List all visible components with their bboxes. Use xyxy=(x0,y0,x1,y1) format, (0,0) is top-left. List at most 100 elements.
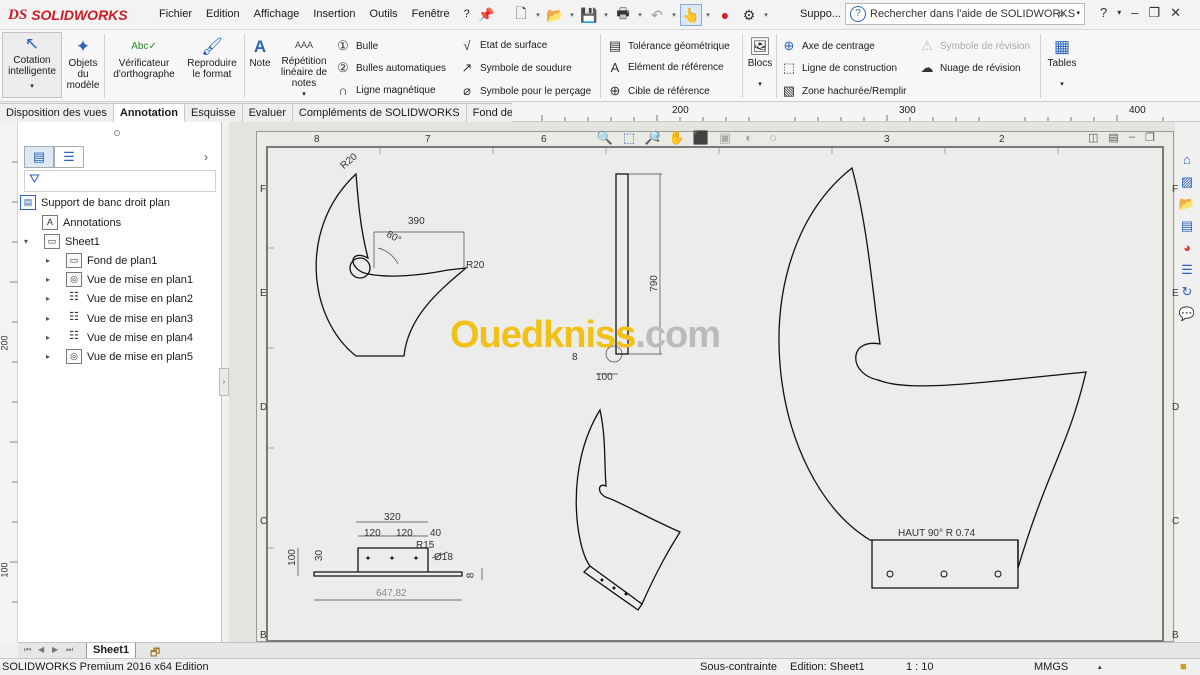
blocks-button[interactable]: 🖼 Blocs ▾ xyxy=(746,36,774,90)
chevron-down-icon[interactable]: ▾ xyxy=(746,79,774,90)
print-icon[interactable]: 🖶 xyxy=(612,4,634,26)
chevron-right-icon[interactable]: ▸ xyxy=(42,352,54,361)
tab-disposition-des-vues[interactable]: Disposition des vues xyxy=(0,103,114,122)
menu-insertion[interactable]: Insertion xyxy=(306,8,362,20)
spell-checker-button[interactable]: Abc✓ Vérificateur d'orthographe xyxy=(108,36,180,80)
menu-fenetre[interactable]: Fenêtre xyxy=(405,8,457,20)
tree-item-annotations[interactable]: A Annotations xyxy=(30,215,121,230)
dim-100-vertical[interactable]: 100 xyxy=(287,549,298,566)
tree-item-vue5[interactable]: ▸ ◎ Vue de mise en plan5 xyxy=(42,349,193,364)
auto-balloon-button[interactable]: ② Bulles automatiques xyxy=(334,60,446,76)
split-vertical-icon[interactable]: ▤ xyxy=(1108,131,1118,144)
dim-r15[interactable]: R15 xyxy=(416,540,434,551)
units-status[interactable]: MMGS xyxy=(1034,661,1068,673)
last-sheet-icon[interactable]: ⏭ xyxy=(66,645,73,655)
tree-item-sheet1[interactable]: ▾ ▭ Sheet1 xyxy=(20,234,100,249)
close-icon[interactable]: ✕ xyxy=(1170,5,1181,21)
split-horizontal-icon[interactable]: ◫ xyxy=(1088,131,1098,144)
save-icon[interactable]: 💾 xyxy=(578,4,600,26)
display-style-icon[interactable]: ◐ xyxy=(740,130,758,146)
tab-evaluer[interactable]: Evaluer xyxy=(242,103,293,122)
help-search-box[interactable]: ? Rechercher dans l'aide de SOLIDWORKS ⌕… xyxy=(845,3,1085,25)
zoom-to-area-icon[interactable]: ⬚ xyxy=(620,130,638,146)
construction-line-button[interactable]: ⬚ Ligne de construction xyxy=(780,60,897,76)
dim-8-b[interactable]: 8 xyxy=(465,573,476,579)
rebuild-status-icon[interactable]: ■ xyxy=(1180,661,1187,673)
balloon-button[interactable]: ① Bulle xyxy=(334,38,378,54)
datum-feature-button[interactable]: A Elément de référence xyxy=(606,60,724,75)
menu-outils[interactable]: Outils xyxy=(363,8,405,20)
options-gear-icon[interactable]: ⚙ xyxy=(738,4,760,26)
file-explorer-icon[interactable]: ▤ xyxy=(1176,218,1198,238)
dim-30[interactable]: 30 xyxy=(314,550,325,561)
undo-icon[interactable]: ↶ xyxy=(646,4,668,26)
tree-item-vue3[interactable]: ▸ ☷ Vue de mise en plan3 xyxy=(42,311,193,326)
sheet1-tab[interactable]: Sheet1 xyxy=(86,643,137,659)
menu-edition[interactable]: Edition xyxy=(199,8,247,20)
geometric-tolerance-button[interactable]: ▤ Tolérance géométrique xyxy=(606,38,730,54)
model-items-button[interactable]: ✦ Objets du modèle xyxy=(64,36,102,91)
dim-d18[interactable]: Ø18 xyxy=(434,552,453,563)
dim-100[interactable]: 100 xyxy=(596,372,613,383)
previous-view-icon[interactable]: 🔎 xyxy=(644,130,662,146)
chevron-down-icon[interactable]: ▾ xyxy=(1076,9,1080,17)
menu-help[interactable]: ? xyxy=(457,8,477,20)
chevron-down-icon[interactable]: ▾ xyxy=(568,11,576,19)
chevron-down-icon[interactable]: ▾ xyxy=(20,237,32,246)
dim-647-82[interactable]: 647,82 xyxy=(376,588,407,599)
chevron-right-icon[interactable]: ▸ xyxy=(42,314,54,323)
magnetic-line-button[interactable]: ∩ Ligne magnétique xyxy=(334,83,435,98)
note-button[interactable]: A Note xyxy=(246,36,274,69)
chevron-down-icon[interactable]: ▾ xyxy=(602,11,610,19)
dim-40[interactable]: 40 xyxy=(430,528,441,539)
design-library-icon[interactable]: 📂 xyxy=(1176,196,1198,216)
open-folder-icon[interactable]: 📂 xyxy=(544,4,566,26)
panel-collapse-handle[interactable]: › xyxy=(219,368,229,396)
help-search-input[interactable]: Rechercher dans l'aide de SOLIDWORKS xyxy=(870,8,1075,20)
chevron-right-icon[interactable]: ▸ xyxy=(42,275,54,284)
dim-320[interactable]: 320 xyxy=(384,512,401,523)
feature-tree-tab-icon[interactable]: ▤ xyxy=(24,146,54,168)
viewport-minimize-icon[interactable]: – xyxy=(1129,131,1135,144)
menu-fichier[interactable]: Fichier xyxy=(152,8,199,20)
dim-r20-right[interactable]: R20 xyxy=(466,260,484,271)
format-painter-button[interactable]: 🖌 Reproduire le format xyxy=(183,36,241,80)
search-icon[interactable]: ⌕ xyxy=(1058,5,1066,22)
chevron-down-icon[interactable]: ▾ xyxy=(1117,5,1121,21)
revision-cloud-button[interactable]: ☁ Nuage de révision xyxy=(918,60,1021,76)
tree-filter[interactable]: ⛛ xyxy=(24,170,216,192)
traffic-light-icon[interactable]: ● xyxy=(714,4,736,26)
forum-icon[interactable]: 💬 xyxy=(1176,306,1198,326)
chevron-down-icon[interactable]: ▾ xyxy=(534,11,542,19)
apply-scene-icon[interactable]: ○ xyxy=(764,130,782,146)
filter-icon[interactable]: ⛛ xyxy=(29,171,40,186)
minimize-icon[interactable]: – xyxy=(1131,5,1138,21)
chevron-down-icon[interactable]: ▾ xyxy=(762,11,770,19)
viewport-restore-icon[interactable]: ❐ xyxy=(1145,131,1155,144)
solidworks-logo[interactable]: DS SOLIDWORKS xyxy=(8,6,128,24)
first-sheet-icon[interactable]: ⏮ xyxy=(24,645,31,655)
tree-item-vue2[interactable]: ▸ ☷ Vue de mise en plan2 xyxy=(42,291,193,306)
custom-properties-icon[interactable]: ↻ xyxy=(1176,284,1198,304)
chevron-right-icon[interactable]: ▸ xyxy=(42,333,54,342)
tables-button[interactable]: ▦ Tables ▾ xyxy=(1044,36,1080,90)
note-haut[interactable]: HAUT 90° R 0.74 xyxy=(898,528,975,539)
area-hatch-button[interactable]: ▧ Zone hachurée/Remplir xyxy=(780,83,907,99)
panel-grip-icon[interactable] xyxy=(114,130,120,136)
tab-esquisse[interactable]: Esquisse xyxy=(184,103,243,122)
next-sheet-icon[interactable]: ▶ xyxy=(52,645,58,654)
new-document-icon[interactable]: 🗋 xyxy=(510,4,532,26)
select-cursor-icon[interactable]: 👆 xyxy=(680,4,702,26)
tree-item-vue4[interactable]: ▸ ☷ Vue de mise en plan4 xyxy=(42,330,193,345)
tab-complements[interactable]: Compléments de SOLIDWORKS xyxy=(292,103,467,122)
help-icon[interactable]: ? xyxy=(1100,5,1107,21)
revision-symbol-button[interactable]: ⚠ Symbole de révision xyxy=(918,38,1030,54)
property-manager-tab-icon[interactable]: ☰ xyxy=(54,146,84,168)
pan-icon[interactable]: ✋ xyxy=(668,130,686,146)
chevron-down-icon[interactable]: ▾ xyxy=(670,11,678,19)
tree-item-fond-de-plan1[interactable]: ▸ ▭ Fond de plan1 xyxy=(42,253,157,268)
appearance-icon[interactable]: ◕ xyxy=(1176,240,1198,260)
scale-status[interactable]: 1 : 10 xyxy=(906,661,934,673)
zoom-to-fit-icon[interactable]: 🔍 xyxy=(596,130,614,146)
weld-symbol-button[interactable]: ↗ Symbole de soudure xyxy=(458,60,572,76)
